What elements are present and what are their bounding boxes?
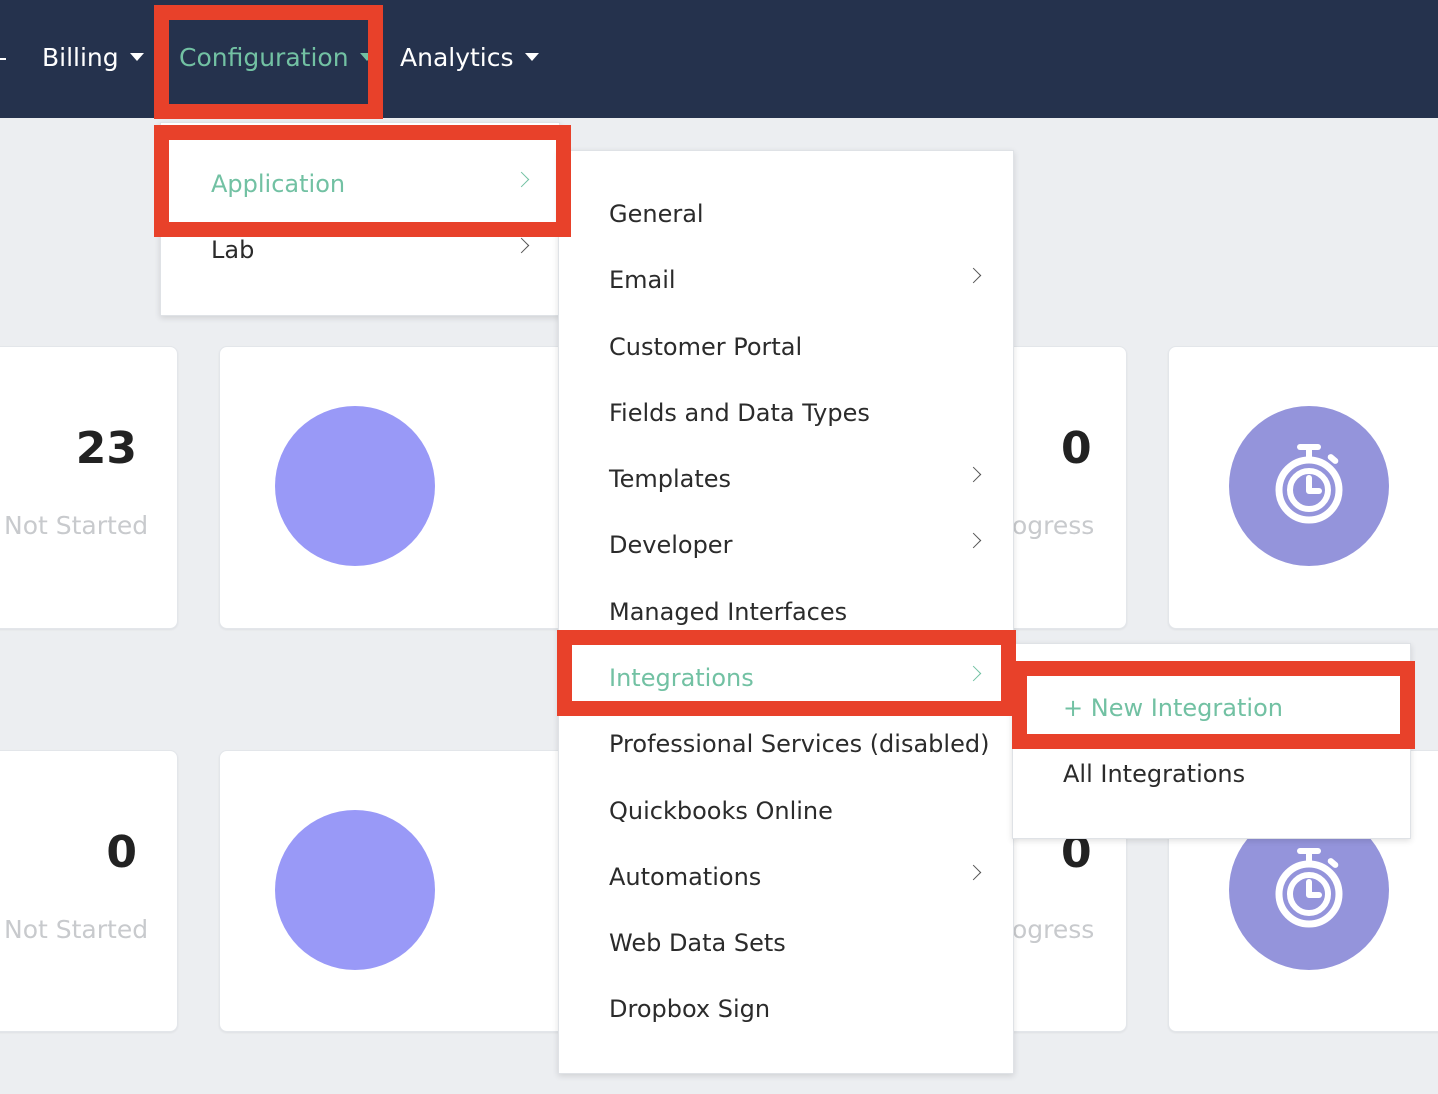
- chevron-right-icon: [965, 466, 982, 483]
- menu-item-dropbox-sign[interactable]: Dropbox Sign: [609, 991, 770, 1027]
- chevron-right-icon: [965, 864, 982, 881]
- timer-circle: [1229, 406, 1389, 566]
- stopwatch-icon: [1275, 848, 1343, 928]
- integrations-submenu: + New Integration All Integrations: [1012, 643, 1411, 839]
- chevron-right-icon: [965, 532, 982, 549]
- stat-value: 23: [75, 423, 137, 474]
- menu-item-templates[interactable]: Templates: [609, 461, 731, 497]
- application-submenu: General Email Customer Portal Fields and…: [558, 150, 1014, 1074]
- chevron-right-icon: [965, 665, 982, 682]
- nav-configuration-label: Configuration: [179, 43, 349, 72]
- menu-item-email[interactable]: Email: [609, 262, 676, 298]
- chart-circle: [275, 406, 435, 566]
- menu-item-lab[interactable]: Lab: [211, 232, 254, 268]
- stat-label: ogress: [1012, 511, 1095, 540]
- partial-nav-item: [0, 58, 6, 60]
- chart-card: [219, 346, 581, 629]
- top-navbar: Billing Configuration Analytics: [0, 0, 1438, 118]
- configuration-menu: Application Lab: [160, 122, 560, 316]
- stat-card-not-started: 23 Not Started: [0, 346, 178, 629]
- menu-item-new-integration[interactable]: + New Integration: [1063, 690, 1283, 726]
- nav-billing[interactable]: Billing: [42, 38, 144, 78]
- stat-card-not-started: 0 Not Started: [0, 750, 178, 1032]
- menu-item-developer[interactable]: Developer: [609, 527, 732, 563]
- menu-item-web-data-sets[interactable]: Web Data Sets: [609, 925, 786, 961]
- nav-analytics[interactable]: Analytics: [400, 38, 539, 78]
- menu-item-professional-services[interactable]: Professional Services (disabled): [609, 726, 989, 762]
- stat-label: Not Started: [4, 511, 149, 540]
- chevron-right-icon: [513, 237, 530, 254]
- chart-card: [219, 750, 581, 1032]
- stat-value: 0: [106, 827, 137, 878]
- menu-item-fields-and-data-types[interactable]: Fields and Data Types: [609, 395, 870, 431]
- menu-item-integrations[interactable]: Integrations: [609, 660, 754, 696]
- stat-value: 0: [1061, 423, 1092, 474]
- menu-item-general[interactable]: General: [609, 196, 704, 232]
- caret-down-icon: [524, 53, 539, 61]
- nav-configuration[interactable]: Configuration: [179, 38, 374, 78]
- stopwatch-icon: [1275, 444, 1343, 524]
- menu-item-all-integrations[interactable]: All Integrations: [1063, 756, 1245, 792]
- chevron-right-icon: [965, 267, 982, 284]
- menu-item-quickbooks-online[interactable]: Quickbooks Online: [609, 793, 833, 829]
- timer-card: [1168, 346, 1438, 629]
- menu-item-application[interactable]: Application: [211, 166, 345, 202]
- caret-down-icon: [359, 53, 374, 61]
- chevron-right-icon: [513, 171, 530, 188]
- stat-label: ogress: [1012, 915, 1095, 944]
- menu-item-managed-interfaces[interactable]: Managed Interfaces: [609, 594, 847, 630]
- menu-item-customer-portal[interactable]: Customer Portal: [609, 329, 802, 365]
- chart-circle: [275, 810, 435, 970]
- caret-down-icon: [129, 53, 144, 61]
- menu-item-automations[interactable]: Automations: [609, 859, 761, 895]
- nav-billing-label: Billing: [42, 43, 119, 72]
- stat-label: Not Started: [4, 915, 149, 944]
- nav-analytics-label: Analytics: [400, 43, 514, 72]
